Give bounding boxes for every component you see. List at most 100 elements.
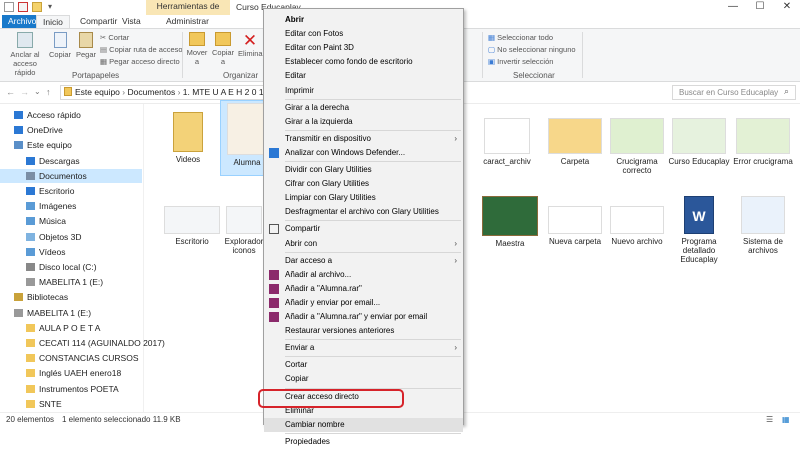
menu-separator xyxy=(285,356,461,358)
pegar-button[interactable]: Pegar xyxy=(74,32,98,59)
menu-item[interactable]: Analizar con Windows Defender... xyxy=(264,146,463,160)
up-arrow-icon[interactable]: ↑ xyxy=(46,87,51,97)
forward-arrow-icon[interactable]: → xyxy=(20,87,29,97)
file-item-nueva-carpeta[interactable]: Nueva carpeta xyxy=(546,206,604,246)
menu-item[interactable]: Restaurar versiones anteriores xyxy=(264,324,463,338)
menu-item[interactable]: Editar con Paint 3D xyxy=(264,41,463,55)
nav-item[interactable]: CONSTANCIAS CURSOS xyxy=(0,351,142,365)
menu-item[interactable]: Añadir a "Alumna.rar" y enviar por email xyxy=(264,310,463,324)
nav-item[interactable]: Disco local (C:) xyxy=(0,260,142,274)
properties-icon[interactable] xyxy=(18,2,28,12)
file-item-maestra[interactable]: Maestra xyxy=(478,196,542,248)
context-menu: Abrir Editar con Fotos Editar con Paint 3D… xyxy=(263,8,464,446)
file-item-escritorio[interactable]: Escritorio xyxy=(160,206,224,246)
menu-item[interactable]: Cortar xyxy=(264,358,463,372)
menu-item[interactable]: Transmitir en dispositivo › xyxy=(264,132,463,146)
nav-item[interactable]: MABELITA 1 (E:) xyxy=(0,306,142,320)
file-item-carpeta[interactable]: Carpeta xyxy=(546,118,604,166)
breadcrumb-este-equipo[interactable]: Este equipo xyxy=(75,87,120,97)
cortar-button[interactable]: ✂ Cortar xyxy=(100,32,129,43)
menu-item[interactable]: Añadir y enviar por email... xyxy=(264,296,463,310)
tab-administrar[interactable]: Administrar xyxy=(160,15,215,28)
tab-inicio[interactable]: Inicio xyxy=(36,15,70,28)
copiar-ruta-button[interactable]: ▤ Copiar ruta de acceso xyxy=(100,44,183,55)
menu-item[interactable]: Propiedades xyxy=(264,435,463,449)
menu-item[interactable]: Cambiar nombre xyxy=(264,417,463,432)
nav-item[interactable]: Descargas xyxy=(0,154,142,168)
nav-item[interactable]: AULA P O E T A xyxy=(0,321,142,335)
menu-item[interactable]: Dar acceso a › xyxy=(264,254,463,268)
app-icon[interactable] xyxy=(4,2,14,12)
nav-item[interactable]: Imágenes xyxy=(0,199,142,213)
nav-item-label: Documentos xyxy=(39,170,87,181)
anclar-button[interactable]: Anclar al acceso rápido xyxy=(4,32,46,77)
invertir-seleccion-button[interactable]: ▣ Invertir selección xyxy=(488,56,553,67)
menu-item[interactable]: Girar a la derecha xyxy=(264,101,463,115)
maximize-button[interactable]: ☐ xyxy=(747,0,773,15)
back-arrow-icon[interactable]: ← xyxy=(6,87,15,97)
menu-item[interactable]: Dividir con Glary Utilities xyxy=(264,163,463,177)
eliminar-button[interactable]: ✕ Eliminar xyxy=(238,32,265,58)
menu-item[interactable]: Desfragmentar el archivo con Glary Utili… xyxy=(264,205,463,219)
menu-item[interactable]: Abrir xyxy=(264,13,463,27)
menu-item[interactable]: Editar con Fotos xyxy=(264,27,463,41)
nav-item[interactable]: CECATI 114 (AGUINALDO 2017) xyxy=(0,336,165,350)
nav-item[interactable]: Escritorio xyxy=(0,184,142,198)
menu-item[interactable]: Abrir con › xyxy=(264,237,463,251)
recent-locations-icon[interactable]: ⌄ xyxy=(34,87,41,96)
menu-item[interactable]: Establecer como fondo de escritorio xyxy=(264,55,463,69)
menu-item[interactable]: Añadir al archivo... xyxy=(264,268,463,282)
nav-item[interactable]: MABELITA 1 (E:) xyxy=(0,275,142,289)
address-bar[interactable]: Este equipo › Documentos › 1. MTE U A E … xyxy=(60,85,266,100)
menu-item[interactable]: Girar a la izquierda xyxy=(264,115,463,129)
seleccionar-ninguno-button[interactable]: ▢ No seleccionar ninguno xyxy=(488,44,576,55)
mover-a-button[interactable]: Mover a xyxy=(186,32,208,66)
nav-item[interactable]: SNTE xyxy=(0,397,142,411)
file-item-programa-detallado[interactable]: W Programa detallado Educaplay xyxy=(668,196,730,264)
file-item-explorador-iconos[interactable]: Explorador iconos xyxy=(224,206,264,255)
file-item-videos[interactable]: Videos xyxy=(160,112,216,164)
nav-item[interactable]: Objetos 3D xyxy=(0,230,142,244)
breadcrumb-mte[interactable]: 1. MTE U A E H 2 0 1 7 xyxy=(183,87,265,97)
image-thumbnail xyxy=(482,196,538,236)
nav-item[interactable]: Acceso rápido xyxy=(0,108,142,122)
tab-vista[interactable]: Vista xyxy=(116,15,147,28)
file-item-curso-educaplay[interactable]: Curso Educaplay xyxy=(668,118,730,166)
details-view-icon[interactable]: ☰ xyxy=(766,413,773,427)
nav-item[interactable]: Bibliotecas xyxy=(0,290,142,304)
menu-item[interactable]: Compartir xyxy=(264,222,463,236)
copiar-a-button[interactable]: Copiar a xyxy=(212,32,234,66)
qat-dropdown-icon[interactable]: ▾ xyxy=(48,2,52,11)
nav-item-label: CECATI 114 (AGUINALDO 2017) xyxy=(39,338,165,348)
menu-separator xyxy=(285,432,461,434)
file-item-crucigrama-correcto[interactable]: Crucigrama correcto xyxy=(608,118,666,175)
pegar-acceso-button[interactable]: ▦ Pegar acceso directo xyxy=(100,56,180,67)
nav-item[interactable]: Música xyxy=(0,214,142,228)
menu-item[interactable]: Copiar xyxy=(264,372,463,386)
menu-item[interactable]: Enviar a › xyxy=(264,341,463,355)
copiar-button[interactable]: Copiar xyxy=(48,32,72,59)
file-item-error-crucigrama[interactable]: Error crucigrama xyxy=(732,118,794,166)
menu-item[interactable]: Añadir a "Alumna.rar" xyxy=(264,282,463,296)
menu-item[interactable]: Editar xyxy=(264,69,463,83)
file-item-sistema-de-archivos[interactable]: Sistema de archivos xyxy=(732,196,794,255)
breadcrumb-documentos[interactable]: Documentos xyxy=(127,87,175,97)
menu-item[interactable]: Cifrar con Glary Utilities xyxy=(264,177,463,191)
menu-item[interactable]: Imprimir xyxy=(264,84,463,98)
nav-item[interactable]: Inglés UAEH enero18 xyxy=(0,366,142,380)
share-icon xyxy=(269,224,279,235)
new-folder-icon[interactable] xyxy=(32,2,42,12)
nav-item[interactable]: Vídeos xyxy=(0,245,142,259)
nav-item[interactable]: Instrumentos POETA xyxy=(0,382,142,396)
nav-item[interactable]: Documentos xyxy=(0,168,142,183)
seleccionar-todo-button[interactable]: ▦ Seleccionar todo xyxy=(488,32,553,43)
large-icons-view-icon[interactable]: ▦ xyxy=(782,413,790,427)
menu-item[interactable]: Limpiar con Glary Utilities xyxy=(264,191,463,205)
minimize-button[interactable]: — xyxy=(720,0,746,15)
search-input[interactable]: Buscar en Curso Educaplay xyxy=(672,85,796,100)
close-button[interactable]: ✕ xyxy=(774,0,800,15)
file-item-caract-archiv[interactable]: caract_archiv xyxy=(478,118,536,166)
nav-item[interactable]: Este equipo xyxy=(0,138,142,152)
nav-item[interactable]: OneDrive xyxy=(0,123,142,137)
file-item-nuevo-archivo[interactable]: Nuevo archivo xyxy=(608,206,666,246)
